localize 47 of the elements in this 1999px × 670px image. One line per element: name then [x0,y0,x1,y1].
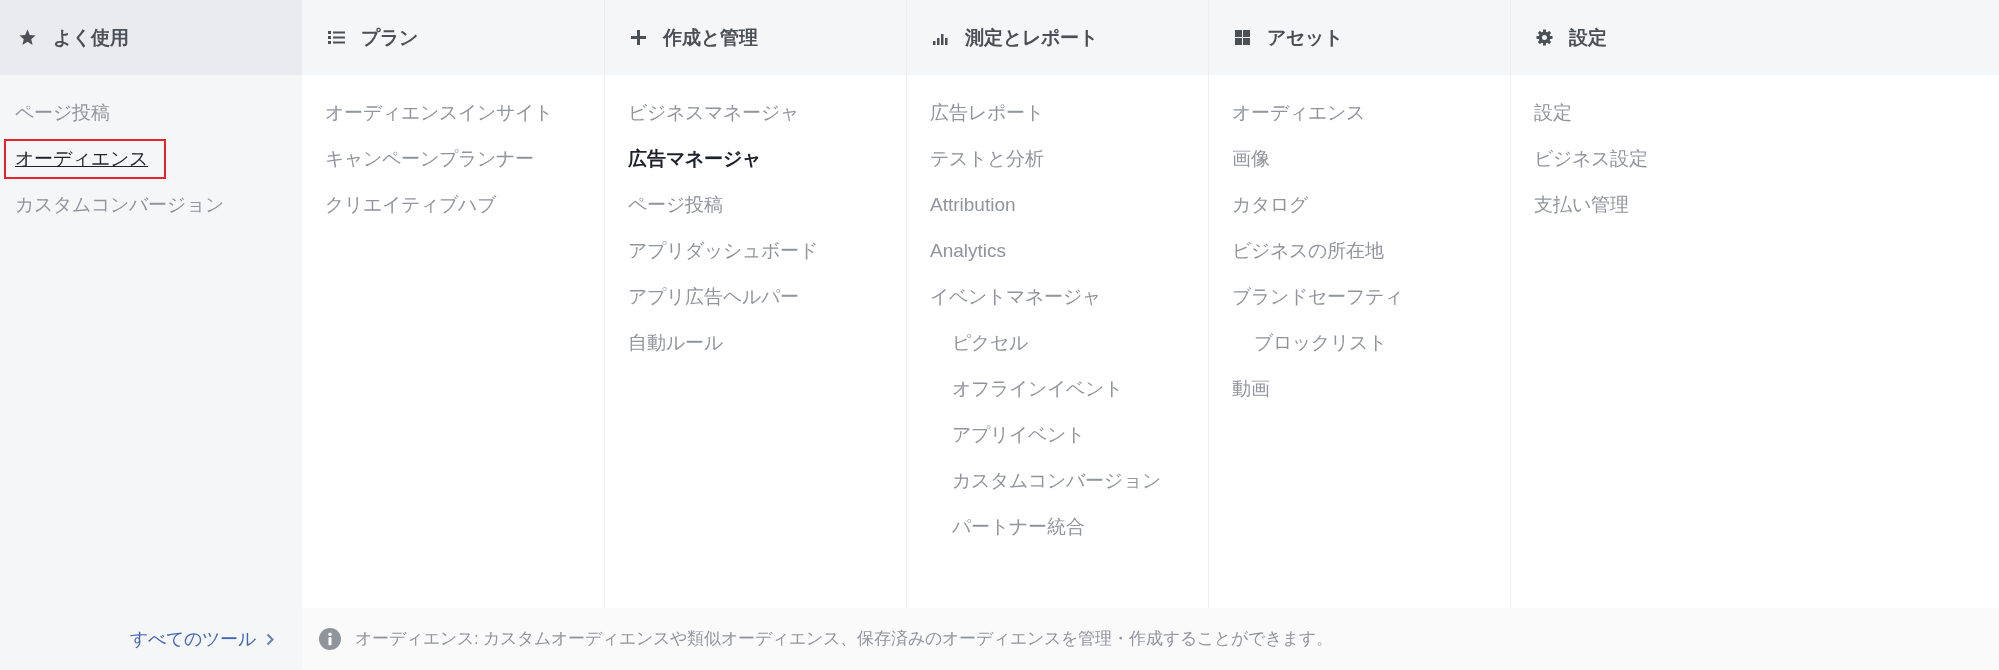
menu-item[interactable]: カスタムコンバージョン [941,461,1179,501]
info-icon [319,628,341,650]
menu-item[interactable]: クリエイティブハブ [314,185,514,225]
column-title: プラン [361,25,418,50]
menu-item[interactable]: Attribution [919,185,1034,225]
menu-item[interactable]: ビジネスの所在地 [1221,231,1402,271]
menu-item[interactable]: ピクセル [941,323,1046,363]
star-icon [19,29,36,46]
info-text: オーディエンス: カスタムオーディエンスや類似オーディエンス、保存済みのオーディエンスを管理・作成することができます。 [355,628,1334,649]
menu-item[interactable]: ビジネスマネージャ [617,93,817,133]
menu-item[interactable]: アプリ広告ヘルパー [617,277,817,317]
menu-item[interactable]: パートナー統合 [941,507,1103,547]
menu-item[interactable]: オーディエンス [4,139,166,179]
settings-icon [1536,29,1553,46]
menu-item[interactable]: キャンペーンプランナー [314,139,552,179]
menu-item[interactable]: オーディエンスインサイト [314,93,571,133]
plus-icon [630,29,647,46]
column-title: アセット [1267,25,1343,50]
menu-item[interactable]: 広告マネージャ [617,139,779,179]
menu-item[interactable]: ページ投稿 [617,185,741,225]
menu-item[interactable]: ブランドセーフティ [1221,277,1421,317]
menu-item[interactable]: 自動ルール [617,323,741,363]
list-icon [328,29,345,46]
menu-item[interactable]: 設定 [1523,93,1590,133]
column-title: 作成と管理 [663,25,758,50]
menu-item[interactable]: テストと分析 [919,139,1062,179]
all-tools-link[interactable]: すべてのツール [130,627,274,651]
menu-item[interactable]: 広告レポート [919,93,1062,133]
menu-item[interactable]: アプリダッシュボード [617,231,836,271]
chevron-right-icon [266,632,274,646]
menu-item[interactable]: 動画 [1221,369,1288,409]
menu-item[interactable]: ページ投稿 [4,93,128,133]
column-title: よく使用 [53,25,129,50]
menu-item[interactable]: 画像 [1221,139,1288,179]
menu-item[interactable]: オーディエンス [1221,93,1383,133]
column-title: 測定とレポート [965,25,1098,50]
menu-item[interactable]: ブロックリスト [1243,323,1405,363]
menu-item[interactable]: Analytics [919,231,1025,271]
menu-item[interactable]: アプリイベント [941,415,1103,455]
menu-item[interactable]: カタログ [1221,185,1326,225]
grid-icon [1234,29,1251,46]
menu-item[interactable]: ビジネス設定 [1523,139,1666,179]
menu-item[interactable]: オフラインイベント [941,369,1141,409]
menu-item[interactable]: イベントマネージャ [919,277,1119,317]
menu-item[interactable]: 支払い管理 [1523,185,1647,225]
column-title: 設定 [1569,25,1607,50]
menu-item[interactable]: カスタムコンバージョン [4,185,242,225]
